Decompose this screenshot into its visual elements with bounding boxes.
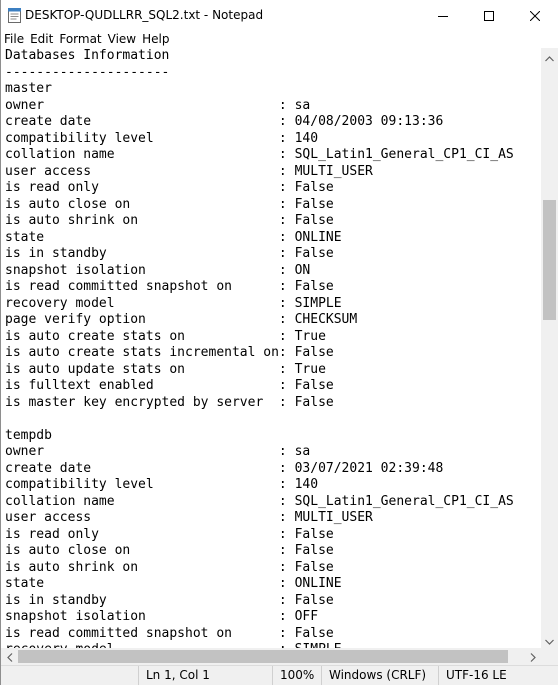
notepad-window: DESKTOP-QUDLLRR_SQL2.txt - Notepad File … (0, 0, 558, 685)
maximize-button[interactable] (466, 0, 512, 31)
menu-help[interactable]: Help (139, 31, 172, 48)
menu-format[interactable]: Format (56, 31, 104, 48)
text-line[interactable]: is auto close on : False (5, 197, 514, 214)
text-line[interactable]: is fulltext enabled : False (5, 378, 514, 395)
text-line[interactable]: is auto shrink on : False (5, 560, 514, 577)
status-bar: Ln 1, Col 1 100% Windows (CRLF) UTF-16 L… (1, 665, 558, 685)
close-icon (530, 10, 540, 21)
horizontal-scrollbar[interactable] (1, 648, 541, 665)
minimize-button[interactable] (420, 0, 466, 31)
text-line[interactable]: is read committed snapshot on : False (5, 626, 514, 643)
text-line[interactable]: is read only : False (5, 180, 514, 197)
text-line[interactable]: collation name : SQL_Latin1_General_CP1_… (5, 147, 514, 164)
text-line[interactable]: compatibility level : 140 (5, 477, 514, 494)
text-line[interactable]: is in standby : False (5, 593, 514, 610)
maximize-icon (484, 10, 494, 21)
text-line[interactable]: state : ONLINE (5, 576, 514, 593)
text-line[interactable]: owner : sa (5, 444, 514, 461)
menu-edit[interactable]: Edit (27, 31, 56, 48)
encoding: UTF-16 LE (438, 666, 507, 685)
menu-view[interactable]: View (105, 31, 139, 48)
menu-file[interactable]: File (1, 31, 27, 48)
window-title: DESKTOP-QUDLLRR_SQL2.txt - Notepad (25, 8, 264, 22)
text-line[interactable]: is auto close on : False (5, 543, 514, 560)
text-line[interactable] (5, 411, 514, 428)
scroll-left-icon (6, 647, 13, 666)
vertical-scrollbar[interactable] (541, 48, 558, 648)
editor-content[interactable]: Databases Information -------------------… (5, 48, 514, 648)
text-line[interactable]: create date : 03/07/2021 02:39:48 (5, 461, 514, 478)
text-line[interactable]: is in standby : False (5, 246, 514, 263)
menu-bar: File Edit Format View Help (1, 31, 558, 48)
text-line[interactable]: compatibility level : 140 (5, 131, 514, 148)
close-button[interactable] (512, 0, 558, 31)
scrollbar-corner (541, 648, 558, 665)
text-line[interactable]: is master key encrypted by server : Fals… (5, 395, 514, 412)
scroll-down-button[interactable] (541, 631, 558, 648)
text-line[interactable]: snapshot isolation : OFF (5, 609, 514, 626)
vertical-scroll-thumb[interactable] (543, 200, 556, 320)
text-line[interactable]: user access : MULTI_USER (5, 510, 514, 527)
line-ending: Windows (CRLF) (321, 666, 426, 685)
text-line[interactable]: is auto update stats on : True (5, 362, 514, 379)
scroll-right-button[interactable] (524, 648, 541, 665)
text-line[interactable]: tempdb (5, 428, 514, 445)
scroll-down-icon (545, 630, 554, 649)
text-line[interactable]: is auto create stats on : True (5, 329, 514, 346)
text-line[interactable]: collation name : SQL_Latin1_General_CP1_… (5, 494, 514, 511)
minimize-icon (438, 11, 448, 21)
text-line[interactable]: create date : 04/08/2003 09:13:36 (5, 114, 514, 131)
text-line[interactable]: Databases Information (5, 48, 514, 65)
horizontal-scroll-thumb[interactable] (18, 650, 508, 663)
scroll-right-icon (530, 647, 536, 666)
scroll-left-button[interactable] (1, 648, 18, 665)
text-line[interactable]: snapshot isolation : ON (5, 263, 514, 280)
text-line[interactable]: user access : MULTI_USER (5, 164, 514, 181)
title-bar[interactable]: DESKTOP-QUDLLRR_SQL2.txt - Notepad (1, 0, 558, 31)
text-editor[interactable]: Databases Information -------------------… (1, 48, 541, 648)
text-line[interactable]: owner : sa (5, 98, 514, 115)
notepad-app-icon[interactable] (8, 7, 21, 23)
zoom-level: 100% (272, 666, 314, 685)
cursor-position: Ln 1, Col 1 (138, 666, 210, 685)
scroll-up-button[interactable] (541, 48, 558, 65)
text-line[interactable]: page verify option : CHECKSUM (5, 312, 514, 329)
text-line[interactable]: is auto create stats incremental on: Fal… (5, 345, 514, 362)
text-line[interactable]: is auto shrink on : False (5, 213, 514, 230)
text-line[interactable]: is read committed snapshot on : False (5, 279, 514, 296)
text-line[interactable]: master (5, 81, 514, 98)
scroll-up-icon (545, 47, 554, 66)
text-line[interactable]: is read only : False (5, 527, 514, 544)
text-line[interactable]: --------------------- (5, 65, 514, 82)
text-line[interactable]: state : ONLINE (5, 230, 514, 247)
text-line[interactable]: recovery model : SIMPLE (5, 296, 514, 313)
